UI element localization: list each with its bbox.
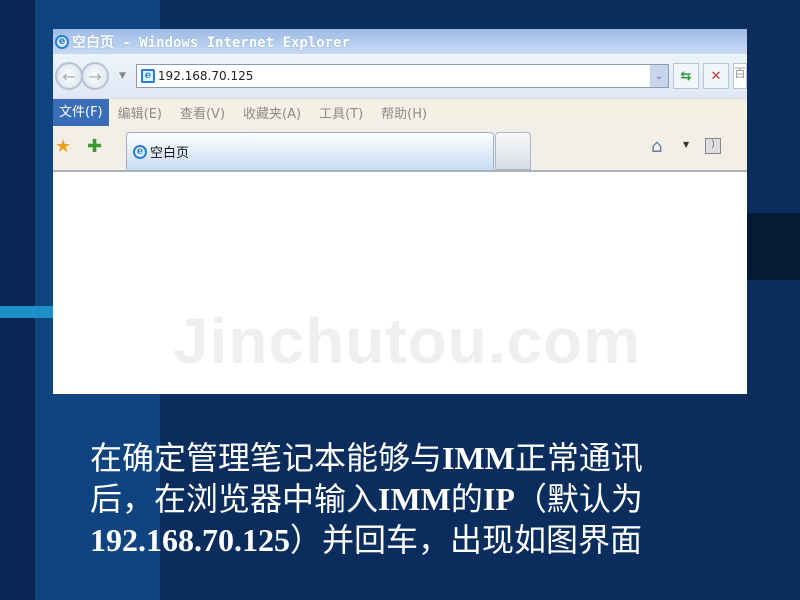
page-content: Jinchutou.com	[53, 172, 747, 394]
home-icon[interactable]: ⌂	[651, 136, 662, 157]
tab-blank-page[interactable]: e 空白页	[126, 132, 494, 170]
history-dropdown-icon[interactable]: ▼	[119, 71, 126, 81]
tab-bar: ★ ✚ e 空白页 ⌂ ▼ )	[53, 126, 747, 172]
caption-text: IMM	[442, 440, 515, 476]
menu-view[interactable]: 查看(V)	[171, 103, 234, 122]
background-stripe	[0, 306, 55, 318]
tab-title: 空白页	[150, 146, 190, 161]
slide-caption: 在确定管理笔记本能够与IMM正常通讯 后，在浏览器中输入IMM的IP（默认为 1…	[90, 438, 730, 561]
menu-tools[interactable]: 工具(T)	[310, 103, 372, 122]
background-left	[0, 0, 35, 600]
caption-text: 后，在浏览器中输入	[90, 480, 379, 518]
stop-icon[interactable]: ✕	[703, 63, 729, 89]
caption-text: （默认为	[514, 480, 643, 518]
caption-text: 在确定管理笔记本能够与	[90, 439, 443, 477]
caption-text: ）并回车，出现如图界面	[290, 521, 643, 559]
menu-favorites[interactable]: 收藏夹(A)	[234, 103, 310, 122]
window-title: 空白页 - Windows Internet Explorer	[72, 34, 351, 51]
new-tab-button[interactable]	[495, 132, 531, 170]
watermark: Jinchutou.com	[173, 305, 642, 377]
caption-text: 192.168.70.125	[90, 522, 290, 558]
address-bar[interactable]: e 192.168.70.125 ⌄	[135, 64, 669, 88]
caption-text: 的	[450, 480, 483, 518]
menu-edit[interactable]: 编辑(E)	[109, 103, 171, 122]
menu-file[interactable]: 文件(F)	[53, 98, 109, 127]
caption-text: IMM	[378, 481, 451, 517]
back-icon[interactable]: ←	[55, 62, 83, 90]
address-row: ← → ▼ e 192.168.70.125 ⌄ ⇆ ✕ 百	[53, 54, 747, 98]
search-input[interactable]: 百	[733, 63, 747, 89]
ie-icon: e	[55, 34, 69, 49]
page-icon: e	[140, 69, 155, 83]
menu-help[interactable]: 帮助(H)	[372, 103, 436, 122]
address-dropdown-icon[interactable]: ⌄	[650, 65, 668, 87]
title-bar: e 空白页 - Windows Internet Explorer	[53, 29, 747, 54]
caption-text: 正常通讯	[514, 439, 643, 477]
caption-line-1: 在确定管理笔记本能够与IMM正常通讯	[90, 438, 730, 479]
caption-line-2: 后，在浏览器中输入IMM的IP（默认为	[90, 479, 730, 520]
favorites-star-icon[interactable]: ★	[55, 136, 71, 157]
search-partial-text: 百	[734, 66, 747, 80]
ie-window: e 空白页 - Windows Internet Explorer ← → ▼ …	[53, 29, 747, 394]
refresh-icon[interactable]: ⇆	[673, 63, 699, 89]
home-dropdown-icon[interactable]: ▼	[683, 140, 689, 149]
caption-text: IP	[482, 481, 515, 517]
address-input[interactable]: 192.168.70.125	[158, 69, 253, 83]
ie-icon: e	[133, 144, 147, 159]
caption-line-3: 192.168.70.125）并回车，出现如图界面	[90, 520, 730, 561]
menu-bar: 文件(F) 编辑(E) 查看(V) 收藏夹(A) 工具(T) 帮助(H)	[53, 98, 747, 127]
forward-icon[interactable]: →	[81, 62, 109, 90]
rss-icon[interactable]: )	[705, 138, 721, 154]
add-favorites-icon[interactable]: ✚	[87, 136, 102, 157]
background-block	[747, 213, 800, 280]
